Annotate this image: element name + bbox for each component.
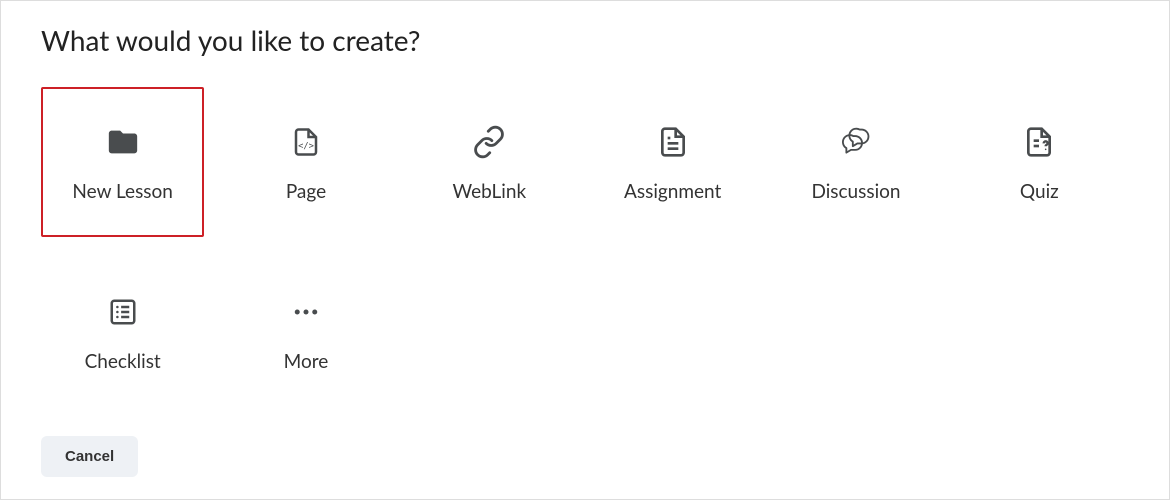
dialog-footer: Cancel: [41, 436, 138, 477]
option-checklist[interactable]: Checklist: [41, 257, 204, 407]
option-more[interactable]: More: [224, 257, 387, 407]
checklist-icon: [103, 292, 143, 332]
create-dialog: What would you like to create? New Lesso…: [1, 1, 1169, 499]
option-page[interactable]: </> Page: [224, 87, 387, 237]
option-label: Assignment: [624, 180, 721, 203]
option-discussion[interactable]: Discussion: [774, 87, 937, 237]
page-icon: </>: [286, 122, 326, 162]
option-weblink[interactable]: WebLink: [408, 87, 571, 237]
assignment-icon: [653, 122, 693, 162]
svg-text:</>: </>: [298, 141, 314, 151]
folder-icon: [103, 122, 143, 162]
option-label: Checklist: [85, 350, 161, 373]
option-label: Quiz: [1020, 180, 1059, 203]
option-label: More: [284, 350, 329, 373]
option-label: New Lesson: [72, 180, 172, 203]
options-grid: New Lesson </> Page WebLink: [41, 87, 1121, 407]
link-icon: [469, 122, 509, 162]
discussion-icon: [836, 122, 876, 162]
option-label: Page: [286, 180, 326, 203]
quiz-icon: [1019, 122, 1059, 162]
dialog-title: What would you like to create?: [41, 23, 1129, 57]
cancel-button[interactable]: Cancel: [41, 436, 138, 477]
option-new-lesson[interactable]: New Lesson: [41, 87, 204, 237]
option-quiz[interactable]: Quiz: [958, 87, 1121, 237]
more-icon: [286, 292, 326, 332]
option-label: Discussion: [811, 180, 900, 203]
option-label: WebLink: [453, 180, 527, 203]
option-assignment[interactable]: Assignment: [591, 87, 754, 237]
